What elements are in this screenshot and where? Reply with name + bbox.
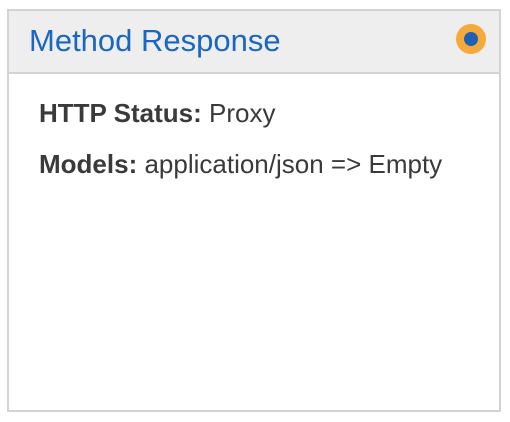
panel-body: HTTP Status: Proxy Models: application/j… [39,97,489,180]
method-response-panel: Method Response HTTP Status: Proxy Model… [7,9,501,412]
http-status-label: HTTP Status: [39,98,209,128]
panel-title[interactable]: Method Response [29,23,281,59]
models-value: application/json => Empty [144,149,443,179]
panel-header: Method Response [9,11,499,74]
http-status-value: Proxy [208,98,276,128]
status-dot-center [464,32,478,46]
models-row: Models: application/json => Empty [39,148,489,180]
http-status-row: HTTP Status: Proxy [39,97,489,129]
models-label: Models: [39,149,145,179]
status-dot-icon [456,24,486,54]
